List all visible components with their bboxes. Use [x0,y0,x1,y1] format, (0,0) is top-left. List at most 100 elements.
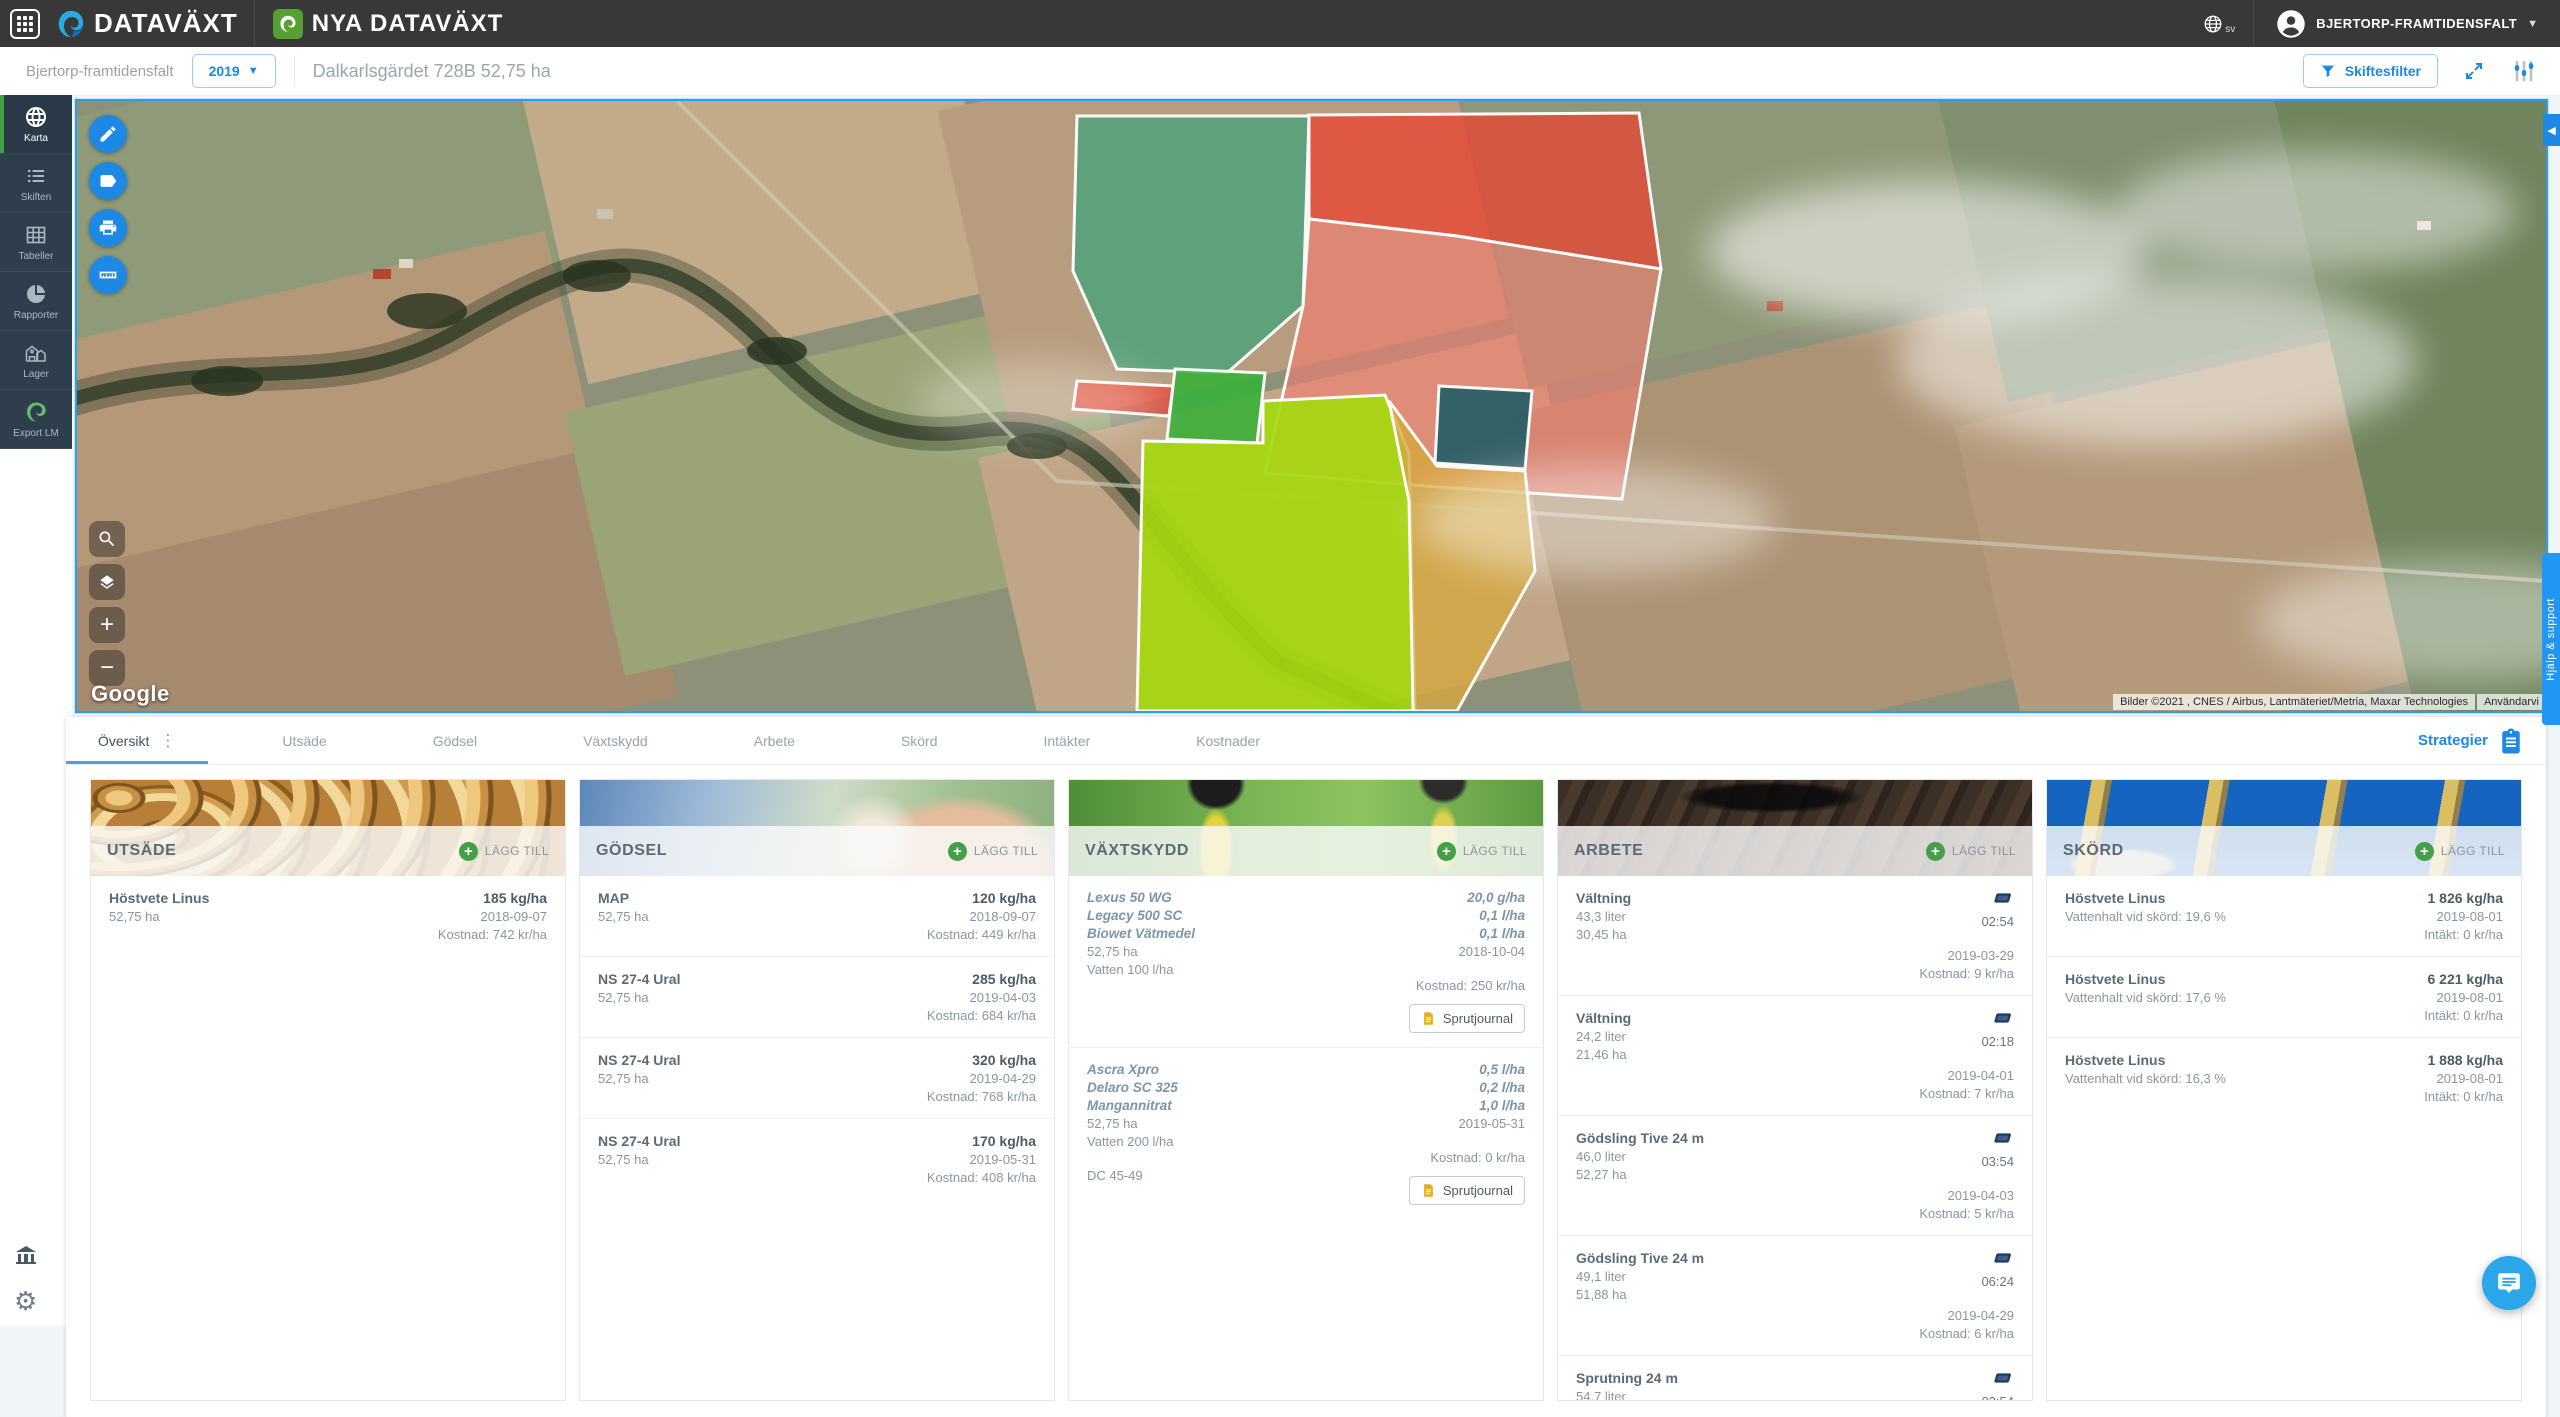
machine-icon [1990,1370,2014,1391]
tab-g-dsel[interactable]: Gödsel [401,717,509,764]
list-item[interactable]: Lexus 50 WGLegacy 500 SCBiowet Vätmedel5… [1069,876,1543,1047]
list-item[interactable]: NS 27-4 Ural52,75 ha285 kg/ha2019-04-03K… [580,956,1054,1037]
row-right: 03:542019-04-03Kostnad: 5 kr/ha [1919,1130,2014,1221]
list-item[interactable]: Höstvete LinusVattenhalt vid skörd: 19,6… [2047,876,2521,956]
row-text: Gödsling Tive 24 m [1576,1130,1704,1146]
sidebar-item-tabeller[interactable]: Tabeller [0,213,72,272]
google-logo: Google [91,681,170,707]
add-button[interactable]: +LÄGG TILL [459,842,549,861]
printer-icon[interactable] [89,209,127,247]
list-item[interactable]: NS 27-4 Ural52,75 ha170 kg/ha2019-05-31K… [580,1118,1054,1199]
map-draw-tools [89,115,127,294]
row-text: Vältning [1576,890,1631,906]
terms-link[interactable]: Användarvi [2477,694,2546,710]
language-button[interactable]: sv [2184,13,2253,35]
row-text: Sprutning 24 m [1576,1370,1678,1386]
tab-arbete[interactable]: Arbete [722,717,827,764]
expand-icon[interactable] [2460,57,2488,85]
tab-versikt[interactable]: Översikt⋮ [66,717,208,764]
row-text: 2019-05-31 [970,1152,1037,1167]
row-text: Kostnad: 408 kr/ha [927,1170,1036,1185]
row-text: Kostnad: 768 kr/ha [927,1089,1036,1104]
add-label: LÄGG TILL [1463,844,1527,858]
row-right: 0,5 l/ha0,2 l/ha1,0 l/ha2019-05-31Kostna… [1409,1062,1525,1205]
sidebar-item-skiften[interactable]: Skiften [0,154,72,213]
sliders-icon[interactable] [2510,57,2538,85]
tab-v-xtskydd[interactable]: Växtskydd [551,717,680,764]
zoom-in-button[interactable]: + [89,607,125,643]
help-support-tab[interactable]: Hjälp & support [2542,553,2560,725]
map-canvas[interactable] [77,101,2546,711]
strategies-link[interactable]: Strategier [2418,726,2526,756]
add-button[interactable]: +LÄGG TILL [948,842,1038,861]
row-right: 285 kg/ha2019-04-03Kostnad: 684 kr/ha [927,971,1036,1023]
list-item[interactable]: NS 27-4 Ural52,75 ha320 kg/ha2019-04-29K… [580,1037,1054,1118]
row-spacer [1087,1152,1178,1165]
row-text: 185 kg/ha [483,890,547,906]
map-zoom-controls: +− [89,521,125,686]
sidebar-item-karta[interactable]: Karta [0,95,72,154]
map-collapse-arrow[interactable]: ◀ [2543,114,2560,146]
add-button[interactable]: +LÄGG TILL [1926,842,2016,861]
sidebar-nav: KartaSkiftenTabellerRapporterLagerExport… [0,95,72,449]
row-text: 52,75 ha [598,909,649,924]
list-item[interactable]: Höstvete LinusVattenhalt vid skörd: 17,6… [2047,956,2521,1037]
row-text: 170 kg/ha [972,1133,1036,1149]
row-left: Gödsling Tive 24 m49,1 liter51,88 ha [1576,1250,1704,1341]
tab-int-kter[interactable]: Intäkter [1011,717,1122,764]
sidebar-item-lager[interactable]: Lager [0,331,72,390]
card-body: Höstvete Linus52,75 ha185 kg/ha2018-09-0… [91,876,565,956]
datavaxt-logo[interactable]: DATAVÄXT [52,0,254,47]
gear-icon[interactable]: ⚙ [12,1286,39,1316]
account-menu[interactable]: BJERTORP-FRAMTIDENSFALT ▼ [2254,0,2560,47]
language-code: sv [2225,24,2235,35]
card-header-band: UTSÄDE+LÄGG TILL [91,826,565,876]
list-item[interactable]: MAP52,75 ha120 kg/ha2018-09-07Kostnad: 4… [580,876,1054,956]
nya-datavaxt-logo[interactable]: NYA DATAVÄXT [255,0,522,47]
chat-button[interactable] [2482,1256,2536,1310]
row-text: 120 kg/ha [972,890,1036,906]
apps-grid-icon[interactable] [10,9,40,39]
ruler-icon[interactable] [89,256,127,294]
export-lm-icon [24,400,48,424]
tab-uts-de[interactable]: Utsäde [250,717,358,764]
list-item[interactable]: Vältning24,2 liter21,46 ha02:182019-04-0… [1558,995,2032,1115]
card-header-image: GÖDSEL+LÄGG TILL [580,780,1054,876]
row-text: Kostnad: 449 kr/ha [927,927,1036,942]
tab-menu-dots-icon[interactable]: ⋮ [159,731,176,751]
layers-icon[interactable] [89,564,125,600]
document-icon [1421,1010,1436,1027]
row-text: 30,45 ha [1576,927,1631,942]
list-item[interactable]: Vältning43,3 liter30,45 ha02:542019-03-2… [1558,876,2032,995]
list-item[interactable]: Sprutning 24 m54,7 liter27,66 ha02:54201… [1558,1355,2032,1401]
list-item[interactable]: Gödsling Tive 24 m49,1 liter51,88 ha06:2… [1558,1235,2032,1355]
row-text: Höstvete Linus [2065,890,2226,906]
sprutjournal-button[interactable]: Sprutjournal [1409,1176,1525,1205]
pencil-icon[interactable] [89,115,127,153]
tag-icon[interactable] [89,162,127,200]
row-text: 2018-10-04 [1459,944,1526,959]
search-icon[interactable] [89,521,125,557]
sidebar-item-export-lm[interactable]: Export LM [0,390,72,449]
row-text: Kostnad: 6 kr/ha [1919,1326,2014,1341]
add-button[interactable]: +LÄGG TILL [2415,842,2505,861]
add-button[interactable]: +LÄGG TILL [1437,842,1527,861]
skiftesfilter-button[interactable]: Skiftesfilter [2303,54,2438,88]
list-item[interactable]: Höstvete Linus52,75 ha185 kg/ha2018-09-0… [91,876,565,956]
strategies-label: Strategier [2418,732,2488,749]
row-text: 52,75 ha [1087,1116,1178,1131]
list-item[interactable]: Höstvete LinusVattenhalt vid skörd: 16,3… [2047,1037,2521,1118]
list-item[interactable]: Gödsling Tive 24 m46,0 liter52,27 ha03:5… [1558,1115,2032,1235]
year-selector[interactable]: 2019 ▼ [192,54,276,88]
row-right: 02:542019-05-29 [1948,1370,2015,1401]
sidebar-item-rapporter[interactable]: Rapporter [0,272,72,331]
row-left: Höstvete LinusVattenhalt vid skörd: 16,3… [2065,1052,2226,1104]
list-item[interactable]: Ascra XproDelaro SC 325Mangannitrat52,75… [1069,1047,1543,1219]
building-icon[interactable] [12,1242,40,1270]
tab-kostnader[interactable]: Kostnader [1164,717,1292,764]
tab-sk-rd[interactable]: Skörd [869,717,970,764]
card-uts-de: UTSÄDE+LÄGG TILLHöstvete Linus52,75 ha18… [90,779,566,1401]
row-text: Delaro SC 325 [1087,1080,1178,1095]
barn-icon [24,341,48,365]
sprutjournal-button[interactable]: Sprutjournal [1409,1004,1525,1033]
